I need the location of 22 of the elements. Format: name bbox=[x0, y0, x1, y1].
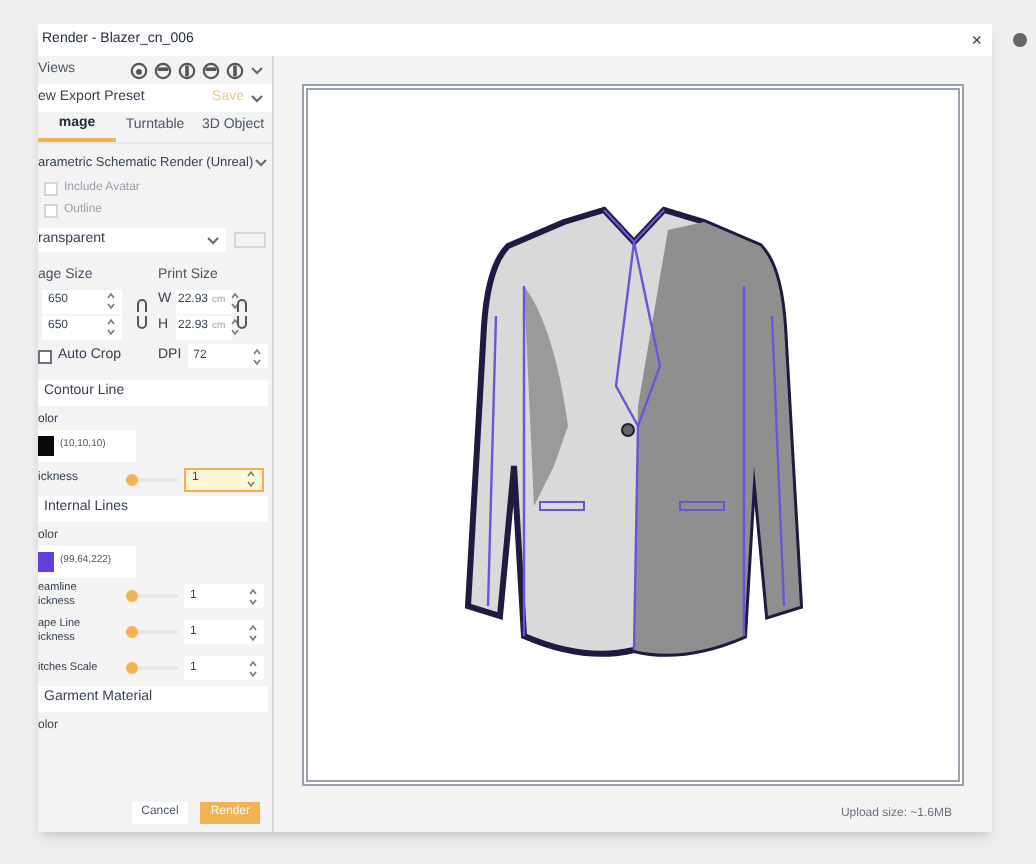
spinner-arrows-icon bbox=[251, 347, 262, 365]
slider-handle[interactable] bbox=[126, 590, 138, 602]
slider-handle[interactable] bbox=[126, 626, 138, 638]
chevron-down-icon bbox=[250, 65, 264, 75]
checkbox[interactable] bbox=[38, 349, 52, 363]
chevron-down-icon bbox=[250, 93, 264, 103]
spinner-arrows-icon bbox=[106, 292, 116, 310]
spinner-arrows-icon bbox=[229, 292, 240, 310]
spinner-arrows-icon bbox=[248, 623, 258, 641]
spinner-arrows-icon bbox=[248, 659, 258, 677]
spinner-arrows-icon bbox=[229, 318, 240, 336]
link-icon[interactable] bbox=[136, 298, 148, 330]
spinner-arrows-icon bbox=[246, 470, 256, 488]
spinner-arrows-icon bbox=[248, 587, 258, 605]
chevron-down-icon bbox=[253, 158, 268, 168]
close-button[interactable]: × bbox=[971, 31, 988, 49]
link-icon[interactable] bbox=[236, 298, 248, 330]
chevron-down-icon bbox=[206, 235, 220, 245]
slider-handle[interactable] bbox=[126, 473, 138, 485]
spinner-arrows-icon bbox=[106, 318, 116, 336]
background-color-swatch[interactable] bbox=[234, 232, 266, 248]
slider-handle[interactable] bbox=[126, 662, 138, 674]
